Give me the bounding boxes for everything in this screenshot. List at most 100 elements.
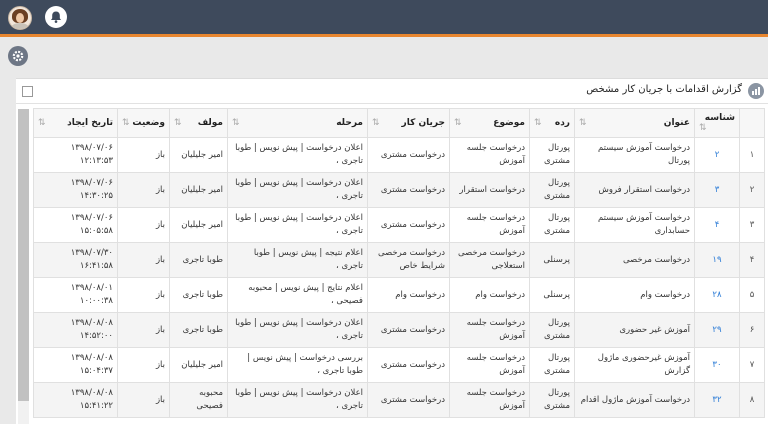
stage-cell: اعلان درخواست | پیش نویس | طوبا تاجری ، bbox=[227, 312, 368, 348]
column-header-status[interactable]: وضعیت ⇅ bbox=[117, 108, 170, 138]
stage-cell: اعلان درخواست | پیش نویس | طوبا تاجری ، bbox=[227, 382, 368, 418]
row-number: ۴ bbox=[739, 242, 765, 278]
column-header-author[interactable]: مولف ⇅ bbox=[169, 108, 228, 138]
id-cell[interactable]: ۳۲ bbox=[694, 382, 740, 418]
status-cell: باز bbox=[117, 242, 170, 278]
table-row[interactable]: ۷ ۳۰ آموزش غیرحضوری ماژول گزارش پورتال مشتر… bbox=[33, 347, 765, 383]
row-number: ۲ bbox=[739, 172, 765, 208]
created-date-cell: ۱۳۹۸/۰۸/۰۸ ۱۵:۰۴:۳۷ bbox=[33, 347, 118, 383]
column-header-id[interactable]: شناسه ⇅ bbox=[694, 108, 740, 138]
table-row[interactable]: ۳ ۴ درخواست آموزش سیستم حسابداری پورتال مشت… bbox=[33, 207, 765, 243]
category-cell: پورتال مشتری bbox=[529, 172, 575, 208]
table-row[interactable]: ۲ ۳ درخواست استقرار فروش پورتال مشتری درخواس… bbox=[33, 172, 765, 208]
table-row[interactable]: ۸ ۳۲ درخواست آموزش ماژول اقدام پورتال مشتری… bbox=[33, 382, 765, 418]
table-row[interactable]: ۶ ۲۹ آموزش غیر حضوری پورتال مشتری درخواست جل… bbox=[33, 312, 765, 348]
author-cell: امیر جلیلیان bbox=[169, 172, 228, 208]
title-cell: آموزش غیرحضوری ماژول گزارش bbox=[574, 347, 695, 383]
author-cell: محبوبه فصیحی bbox=[169, 382, 228, 418]
title-cell: درخواست آموزش سیستم پورتال bbox=[574, 137, 695, 173]
status-cell: باز bbox=[117, 382, 170, 418]
author-cell: امیر جلیلیان bbox=[169, 347, 228, 383]
id-cell[interactable]: ۲۹ bbox=[694, 312, 740, 348]
report-panel: گزارش اقدامات با جریان کار مشخص شناسه ⇅ ع… bbox=[16, 78, 768, 424]
created-date-cell: ۱۳۹۸/۰۷/۰۶ ۱۵:۰۵:۵۸ bbox=[33, 207, 118, 243]
category-cell: پورتال مشتری bbox=[529, 382, 575, 418]
top-bar bbox=[0, 0, 768, 37]
id-cell[interactable]: ۴ bbox=[694, 207, 740, 243]
title-cell: درخواست آموزش ماژول اقدام bbox=[574, 382, 695, 418]
status-cell: باز bbox=[117, 312, 170, 348]
column-header-workflow[interactable]: جریان کار ⇅ bbox=[367, 108, 450, 138]
page-title: گزارش اقدامات با جریان کار مشخص bbox=[586, 84, 742, 95]
title-cell: آموزش غیر حضوری bbox=[574, 312, 695, 348]
row-number: ۶ bbox=[739, 312, 765, 348]
id-cell[interactable]: ۳۰ bbox=[694, 347, 740, 383]
sort-icon[interactable]: ⇅ bbox=[534, 118, 542, 128]
row-number: ۱ bbox=[739, 137, 765, 173]
user-avatar[interactable] bbox=[8, 6, 32, 30]
stage-cell: اعلان درخواست | پیش نویس | طوبا تاجری ، bbox=[227, 172, 368, 208]
workflow-cell: درخواست مرخصی شرایط خاص bbox=[367, 242, 450, 278]
workflow-cell: درخواست مشتری bbox=[367, 347, 450, 383]
gear-icon[interactable] bbox=[8, 46, 28, 66]
table-row[interactable]: ۴ ۱۹ درخواست مرخصی پرسنلی درخواست مرخصی استع… bbox=[33, 242, 765, 278]
row-number: ۷ bbox=[739, 347, 765, 383]
report-table: شناسه ⇅ عنوان ⇅ رده ⇅ موضوع ⇅ جریان کار ⇅ مرح… bbox=[33, 108, 765, 418]
notification-bell-icon[interactable] bbox=[45, 6, 67, 28]
title-cell: درخواست استقرار فروش bbox=[574, 172, 695, 208]
column-header-created-date[interactable]: تاریخ ایجاد ⇅ bbox=[33, 108, 118, 138]
panel-header: گزارش اقدامات با جریان کار مشخص bbox=[16, 79, 768, 104]
status-cell: باز bbox=[117, 347, 170, 383]
column-header-subject[interactable]: موضوع ⇅ bbox=[449, 108, 530, 138]
column-header-row-number bbox=[739, 108, 765, 138]
status-cell: باز bbox=[117, 137, 170, 173]
workflow-cell: درخواست مشتری bbox=[367, 172, 450, 208]
sort-icon[interactable]: ⇅ bbox=[38, 118, 46, 128]
vertical-scrollbar[interactable] bbox=[18, 109, 29, 424]
sort-icon[interactable]: ⇅ bbox=[454, 118, 462, 128]
subject-cell: درخواست جلسه آموزش bbox=[449, 312, 530, 348]
id-cell[interactable]: ۲۸ bbox=[694, 277, 740, 313]
id-cell[interactable]: ۲ bbox=[694, 137, 740, 173]
sort-icon[interactable]: ⇅ bbox=[699, 123, 707, 133]
row-number: ۸ bbox=[739, 382, 765, 418]
category-cell: پورتال مشتری bbox=[529, 207, 575, 243]
column-header-stage[interactable]: مرحله ⇅ bbox=[227, 108, 368, 138]
created-date-cell: ۱۳۹۸/۰۷/۰۶ ۱۴:۳۰:۲۵ bbox=[33, 172, 118, 208]
table-row[interactable]: ۱ ۲ درخواست آموزش سیستم پورتال پورتال مشتری… bbox=[33, 137, 765, 173]
scrollbar-thumb[interactable] bbox=[18, 109, 29, 401]
created-date-cell: ۱۳۹۸/۰۷/۰۶ ۱۲:۱۳:۵۳ bbox=[33, 137, 118, 173]
stage-cell: اعلان درخواست | پیش نویس | طوبا تاجری ، bbox=[227, 207, 368, 243]
stage-cell: اعلام نتیجه | پیش نویس | طوبا تاجری ، bbox=[227, 242, 368, 278]
sort-icon[interactable]: ⇅ bbox=[174, 118, 182, 128]
subject-cell: درخواست جلسه آموزش bbox=[449, 207, 530, 243]
workflow-cell: درخواست مشتری bbox=[367, 207, 450, 243]
row-number: ۳ bbox=[739, 207, 765, 243]
category-cell: پرسنلی bbox=[529, 242, 575, 278]
author-cell: امیر جلیلیان bbox=[169, 207, 228, 243]
subject-cell: درخواست استقرار bbox=[449, 172, 530, 208]
id-cell[interactable]: ۱۹ bbox=[694, 242, 740, 278]
id-cell[interactable]: ۳ bbox=[694, 172, 740, 208]
stage-cell: اعلام نتایج | پیش نویس | محبوبه فصیحی ، bbox=[227, 277, 368, 313]
author-cell: طوبا تاجری bbox=[169, 277, 228, 313]
sort-icon[interactable]: ⇅ bbox=[579, 118, 587, 128]
stage-cell: اعلان درخواست | پیش نویس | طوبا تاجری ، bbox=[227, 137, 368, 173]
title-cell: درخواست مرخصی bbox=[574, 242, 695, 278]
sort-icon[interactable]: ⇅ bbox=[122, 118, 130, 128]
status-cell: باز bbox=[117, 277, 170, 313]
subject-cell: درخواست جلسه آموزش bbox=[449, 347, 530, 383]
status-cell: باز bbox=[117, 207, 170, 243]
column-header-category[interactable]: رده ⇅ bbox=[529, 108, 575, 138]
select-checkbox[interactable] bbox=[22, 86, 33, 97]
column-header-title[interactable]: عنوان ⇅ bbox=[574, 108, 695, 138]
sort-icon[interactable]: ⇅ bbox=[372, 118, 380, 128]
sort-icon[interactable]: ⇅ bbox=[232, 118, 240, 128]
status-cell: باز bbox=[117, 172, 170, 208]
created-date-cell: ۱۳۹۸/۰۸/۰۱ ۱۰:۰۰:۳۸ bbox=[33, 277, 118, 313]
title-cell: درخواست آموزش سیستم حسابداری bbox=[574, 207, 695, 243]
title-cell: درخواست وام bbox=[574, 277, 695, 313]
row-number: ۵ bbox=[739, 277, 765, 313]
table-row[interactable]: ۵ ۲۸ درخواست وام پرسنلی درخواست وام درخواست و… bbox=[33, 277, 765, 313]
workflow-cell: درخواست مشتری bbox=[367, 137, 450, 173]
